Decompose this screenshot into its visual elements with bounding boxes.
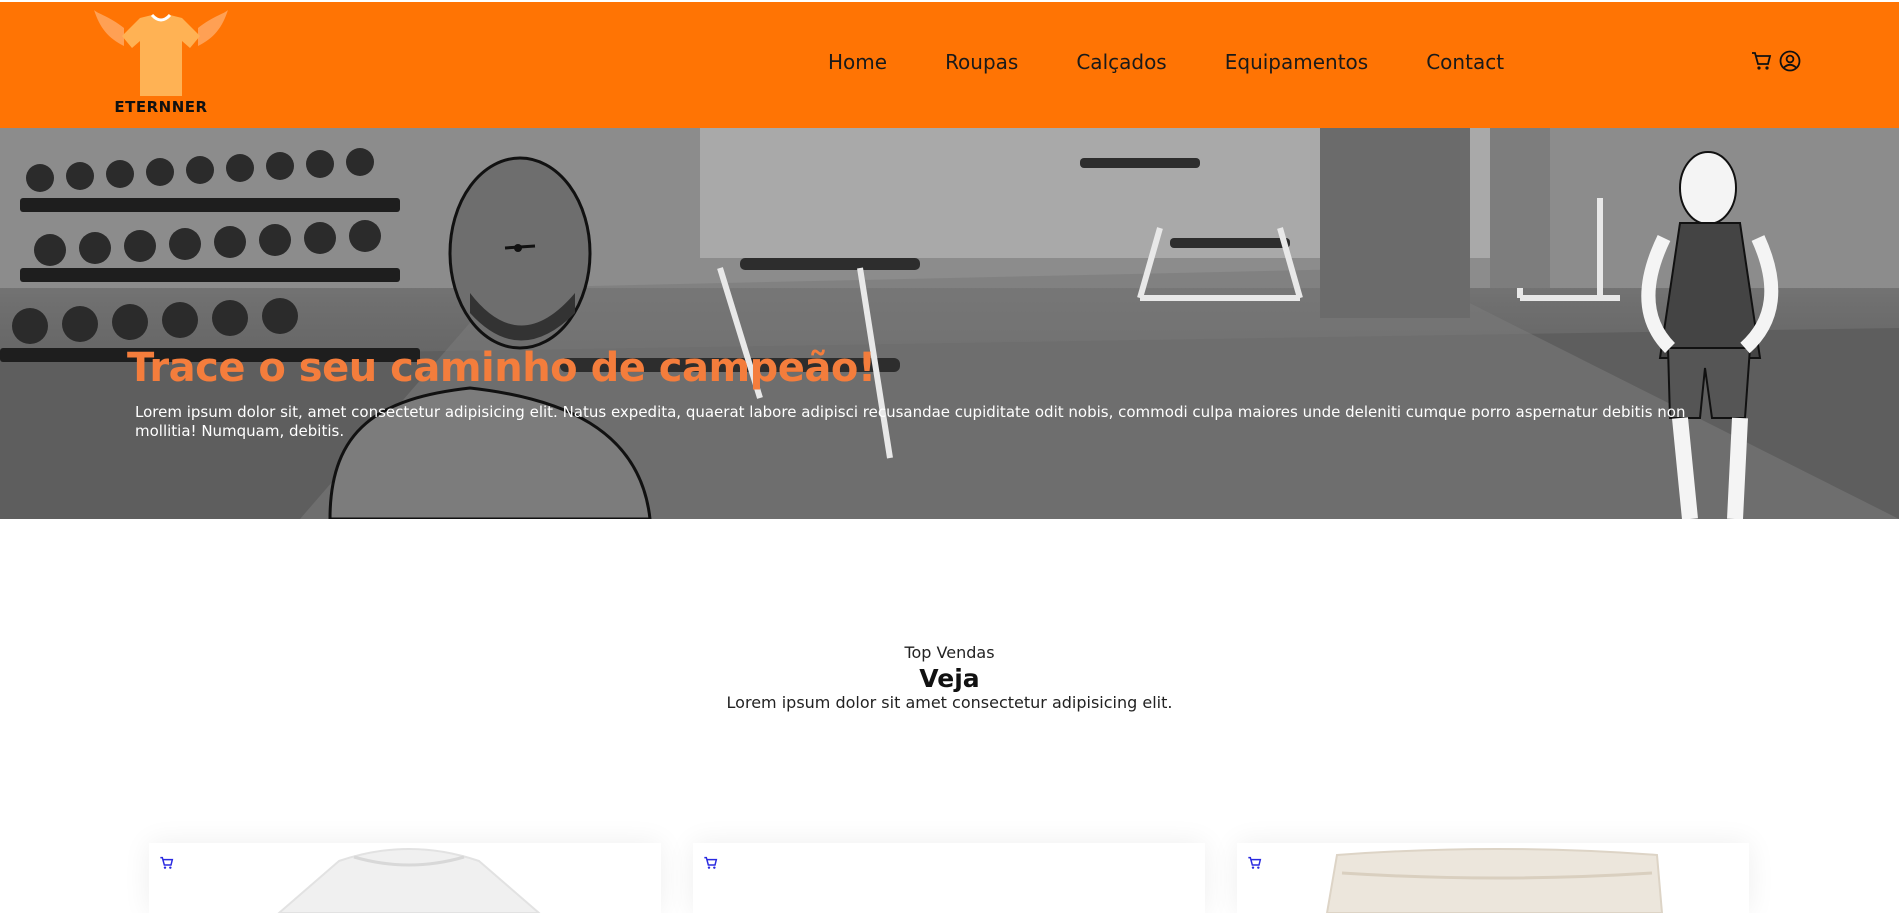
- nav-roupas[interactable]: Roupas: [945, 50, 1018, 74]
- user-icon[interactable]: [1778, 49, 1802, 73]
- beige-shorts-image: [1325, 848, 1664, 913]
- gym-background-image: [0, 128, 1899, 519]
- cart-icon[interactable]: [1750, 49, 1774, 73]
- nav-home[interactable]: Home: [828, 50, 887, 74]
- product-card[interactable]: [149, 843, 661, 913]
- nav-calcados[interactable]: Calçados: [1076, 50, 1166, 74]
- nav-equipamentos[interactable]: Equipamentos: [1225, 50, 1368, 74]
- cart-icon[interactable]: [159, 855, 175, 871]
- nav-contact[interactable]: Contact: [1426, 50, 1504, 74]
- cart-icon[interactable]: [1247, 855, 1263, 871]
- hero-banner: Trace o seu caminho de campeão! Lorem ip…: [0, 128, 1899, 519]
- product-card[interactable]: [693, 843, 1205, 913]
- section-title: Veja: [919, 664, 980, 693]
- winged-shirt-logo-icon: [94, 10, 228, 96]
- cart-icon[interactable]: [703, 855, 719, 871]
- logo[interactable]: ETERNNER: [94, 8, 228, 120]
- section-description: Lorem ipsum dolor sit amet consectetur a…: [726, 693, 1173, 712]
- hero-title: Trace o seu caminho de campeão!: [127, 345, 876, 391]
- header-icons: [1750, 49, 1802, 73]
- hero-description: Lorem ipsum dolor sit, amet consectetur …: [135, 403, 1686, 440]
- section-kicker: Top Vendas: [904, 643, 995, 662]
- product-card[interactable]: [1237, 843, 1749, 913]
- brand-name: ETERNNER: [114, 98, 208, 116]
- white-tshirt-image: [277, 848, 541, 913]
- main-nav: Home Roupas Calçados Equipamentos Contac…: [828, 50, 1562, 74]
- site-header: ETERNNER Home Roupas Calçados Equipament…: [0, 2, 1899, 128]
